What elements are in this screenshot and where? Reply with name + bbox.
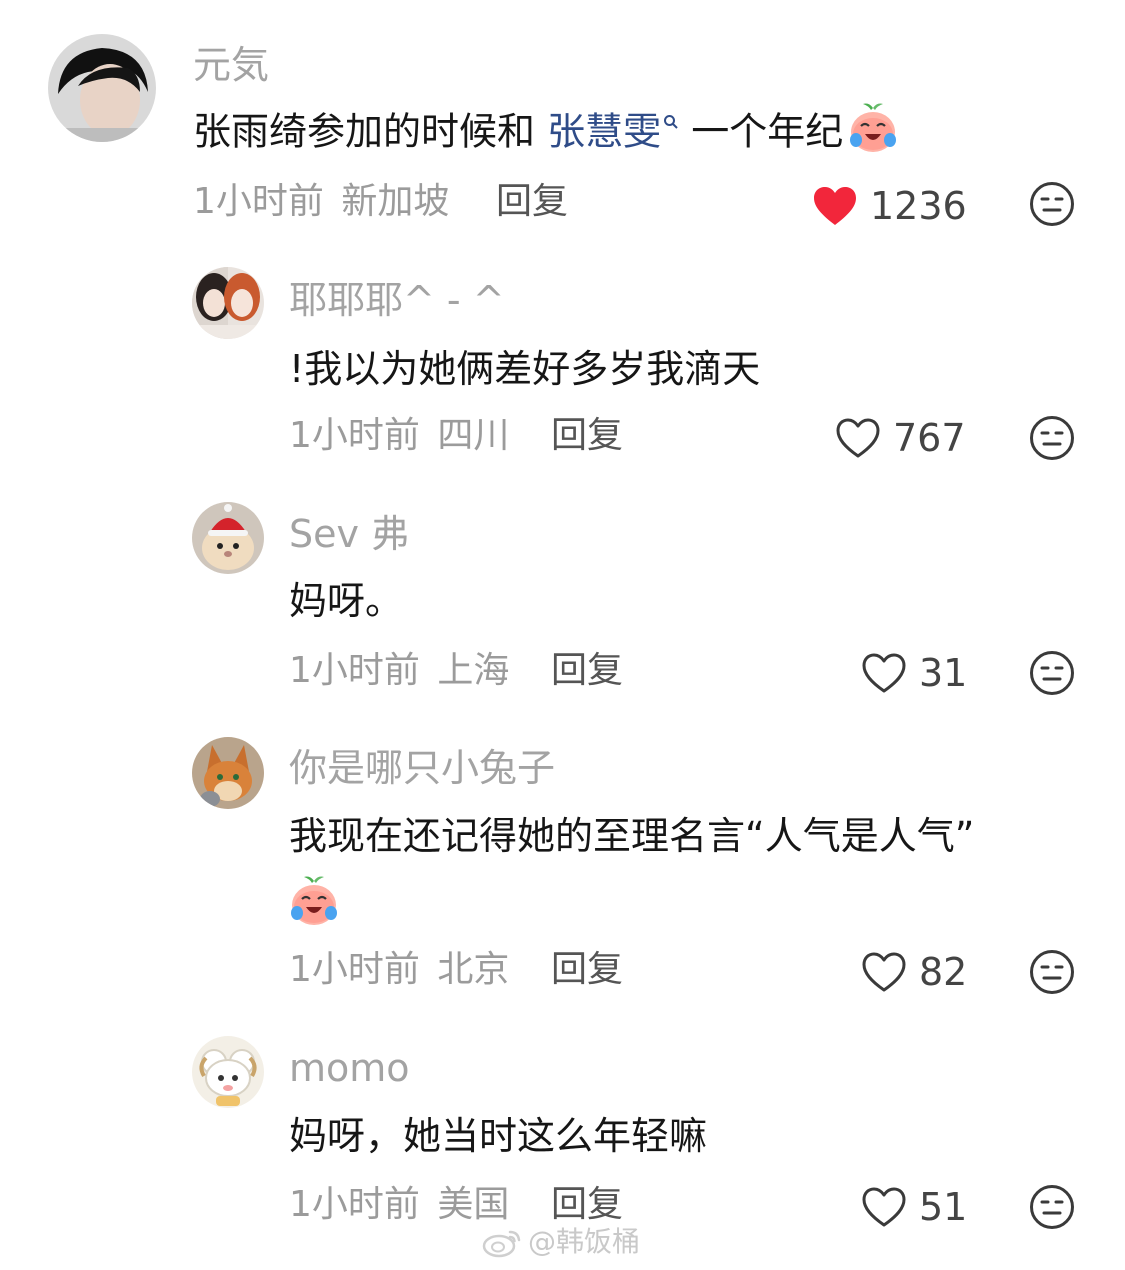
username[interactable]: momo [289,1049,410,1087]
comment-text: !我以为她俩差好多岁我滴天 [289,347,761,391]
comment-meta: 1小时前 美国 [289,1187,509,1223]
like-button[interactable]: 51 [861,1183,967,1231]
comment-text: 妈呀，她当时这么年轻嘛 [289,1114,708,1158]
reply-button[interactable]: 回复 [551,418,623,454]
location: 北京 [437,949,510,990]
crying-laughing-peach-emoji [850,103,897,152]
like-count: 51 [919,1185,968,1229]
heart-icon [862,653,906,693]
comment-text: 张雨绮参加的时候和 张慧雯 一个年纪 [193,103,901,156]
search-icon [664,115,678,129]
comment-meta: 1小时前 北京 [289,952,509,988]
heart-icon [836,418,880,458]
unhappy-face-icon[interactable] [1029,949,1075,995]
avatar[interactable] [48,34,156,142]
reply-button[interactable]: 回复 [551,1187,623,1223]
weibo-logo-icon [482,1230,521,1258]
reply-button[interactable]: 回复 [551,952,623,988]
like-button[interactable]: 767 [835,414,966,462]
unhappy-face-icon[interactable] [1029,415,1075,461]
watermark-text: @韩饭桶 [528,1225,641,1258]
comment-text: 妈呀。 [289,579,404,623]
comment-top-level: 元気 张雨绮参加的时候和 张慧雯 一个年纪 1小时前 新加坡 回复 1236 [0,0,1125,250]
heart-icon [862,1187,906,1227]
comment-meta: 1小时前 四川 [289,418,509,454]
username[interactable]: 耶耶耶^ - ^ [289,281,505,319]
comment-meta: 1小时前 新加坡 [193,184,449,220]
location: 上海 [437,650,510,691]
unhappy-face-icon[interactable] [1029,1184,1075,1230]
like-button[interactable]: 1236 [812,182,967,230]
timestamp: 1小时前 [193,181,324,222]
avatar[interactable] [192,737,264,809]
comment-text: 我现在还记得她的至理名言“人气是人气” [289,814,975,858]
unhappy-face-icon[interactable] [1029,650,1075,696]
comment-text-part: 张雨绮参加的时候和 [193,109,548,154]
comment-reply: 你是哪只小兔子 我现在还记得她的至理名言“人气是人气” 1小时前 北京 回复 8… [0,725,1125,1030]
reply-button[interactable]: 回复 [551,653,623,689]
reply-button[interactable]: 回复 [496,184,568,220]
location: 美国 [437,1184,510,1225]
location: 四川 [437,415,510,456]
like-button[interactable]: 82 [861,948,967,996]
like-button[interactable]: 31 [861,649,967,697]
like-count: 82 [919,950,968,994]
username[interactable]: 元気 [193,46,269,84]
location: 新加坡 [341,181,450,222]
like-count: 31 [919,651,968,695]
timestamp: 1小时前 [289,949,420,990]
mention-link[interactable]: 张慧雯 [547,110,661,154]
watermark: @韩饭桶 [482,1224,640,1260]
comment-reply: Sev 弗 妈呀。 1小时前 上海 回复 31 [0,490,1125,725]
timestamp: 1小时前 [289,415,420,456]
username[interactable]: Sev 弗 [289,515,409,553]
timestamp: 1小时前 [289,650,420,691]
avatar[interactable] [192,267,264,339]
username[interactable]: 你是哪只小兔子 [289,749,555,787]
comment-text-part: 一个年纪 [679,109,844,154]
comment-meta: 1小时前 上海 [289,653,509,689]
heart-icon [862,952,906,992]
unhappy-face-icon[interactable] [1029,181,1075,227]
comment-reply: 耶耶耶^ - ^ !我以为她俩差好多岁我滴天 1小时前 四川 回复 767 [0,250,1125,490]
like-count: 767 [893,416,966,460]
heart-icon [814,187,856,225]
crying-laughing-peach-emoji [291,876,337,925]
avatar[interactable] [192,1036,264,1108]
timestamp: 1小时前 [289,1184,420,1225]
avatar[interactable] [192,502,264,574]
like-count: 1236 [870,184,967,228]
